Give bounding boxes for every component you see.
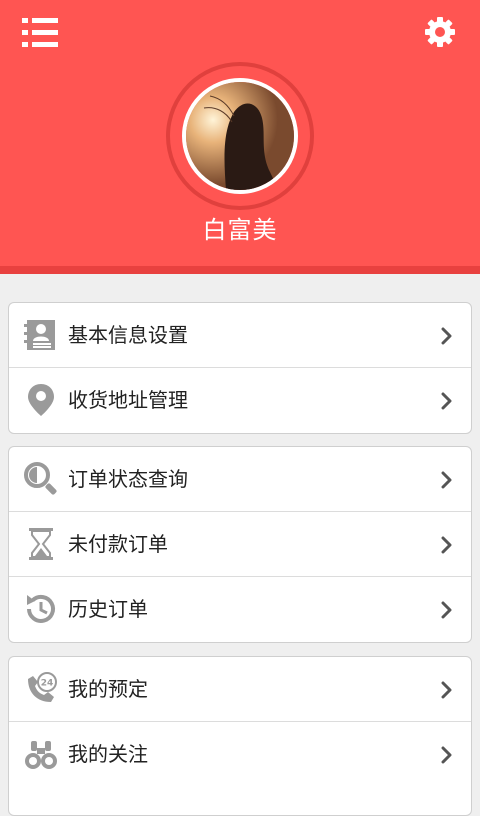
chevron-right-icon [441,327,452,345]
chevron-right-icon [441,746,452,764]
binoculars-icon [25,741,57,769]
menu-group-personal: 24 我的预定 我的关注 [8,656,472,816]
chevron-right-icon [441,471,452,489]
menu-item-label: 我的关注 [68,742,148,766]
menu-item-basic-info[interactable]: 基本信息设置 [9,303,471,368]
profile-header: 白富美 [0,0,480,274]
menu-item-order-status[interactable]: 订单状态查询 [9,447,471,512]
location-pin-icon [28,384,54,416]
history-clock-icon [27,594,55,623]
chevron-right-icon [441,536,452,554]
chevron-right-icon [441,681,452,699]
gear-icon[interactable] [424,16,456,48]
avatar[interactable] [182,78,298,194]
menu-item-my-follows[interactable]: 我的关注 [9,722,471,787]
hourglass-icon [29,528,53,560]
svg-text:24: 24 [41,679,54,689]
menu-item-my-reservations[interactable]: 24 我的预定 [9,657,471,722]
menu-item-label: 订单状态查询 [68,467,188,491]
phone-24-icon: 24 [28,672,57,702]
list-menu-icon[interactable] [22,16,60,50]
menu-item-unpaid-orders[interactable]: 未付款订单 [9,512,471,577]
menu-item-label: 收货地址管理 [68,388,188,412]
user-name: 白富美 [202,216,278,244]
magnifier-icon [24,462,57,495]
contact-card-icon [24,320,55,350]
menu-item-label: 基本信息设置 [68,323,188,347]
menu-item-history-orders[interactable]: 历史订单 [9,577,471,642]
menu-item-address[interactable]: 收货地址管理 [9,368,471,433]
chevron-right-icon [441,392,452,410]
menu-item-label: 我的预定 [68,677,148,701]
menu-item-label: 历史订单 [68,597,148,621]
menu-group-orders: 订单状态查询 未付款订单 历史订单 [8,446,472,643]
chevron-right-icon [441,601,452,619]
menu-group-account: 基本信息设置 收货地址管理 [8,302,472,434]
menu-item-label: 未付款订单 [68,532,168,556]
